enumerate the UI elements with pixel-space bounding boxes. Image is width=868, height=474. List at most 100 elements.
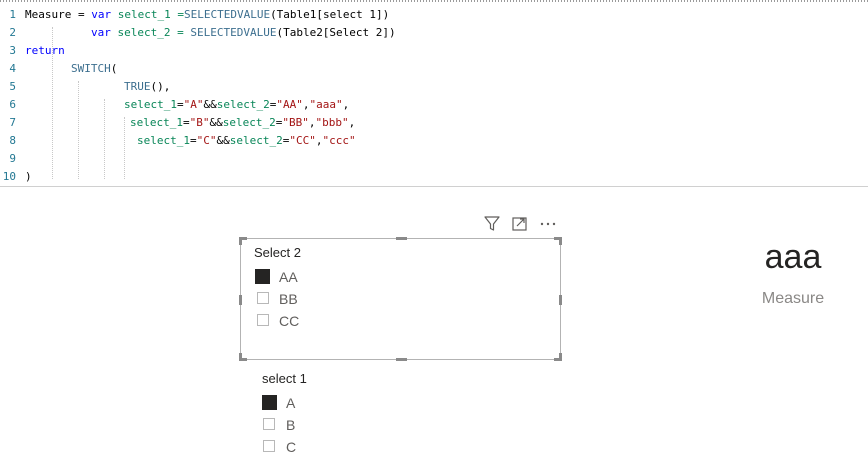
line-number: 8 [9,134,16,147]
resize-handle[interactable] [396,358,407,361]
code-token: select_1 [124,98,177,111]
line-number: 2 [9,26,16,39]
resize-handle[interactable] [239,295,242,305]
code-token: && [209,116,223,129]
code-token: = [189,134,197,147]
line-code: TRUE(), [124,78,170,96]
code-token: = [176,98,184,111]
more-options-icon[interactable] [538,213,558,235]
resize-handle[interactable] [559,353,562,361]
option-label: AA [279,269,298,285]
code-token: select_1 [130,116,183,129]
code-token: select_2 = [110,26,191,39]
code-token: select_1 [137,134,190,147]
dax-formula-editor[interactable]: 1 Measure = var select_1 =SELECTEDVALUE(T… [0,0,868,187]
card-value: aaa [764,238,822,276]
code-token: var [91,8,112,21]
code-token: "BB" [282,116,309,129]
indent-guide [104,99,105,179]
resize-handle[interactable] [559,295,562,305]
slicer-option-c[interactable]: C [263,438,323,458]
code-token: select_2 [216,98,270,111]
code-token: SELECTEDVALUE [183,8,271,21]
code-token: = [182,116,190,129]
code-line[interactable]: 9 [0,150,868,168]
checkbox[interactable] [257,292,269,304]
line-number: 10 [2,170,16,183]
slicer-select-2[interactable]: Select 2 AA BB CC [239,237,562,361]
resize-handle[interactable] [396,237,407,240]
checkbox[interactable] [263,418,275,430]
line-number: 1 [9,8,16,21]
line-number: 6 [9,98,16,111]
code-token: "aaa" [309,98,343,111]
slicer-option-b[interactable]: B [263,416,323,436]
card-label: Measure [761,290,825,307]
code-line[interactable]: 1 Measure = var select_1 =SELECTEDVALUE(T… [0,6,868,24]
code-line[interactable]: 8 select_1="C"&&select_2="CC","ccc" [0,132,868,150]
code-token: "A" [183,98,204,111]
option-label: C [286,439,297,455]
line-code: SWITCH( [71,60,117,78]
code-token: TRUE [124,80,151,93]
line-code: select_1="C"&&select_2="CC","ccc" [137,132,356,150]
code-token: "ccc" [322,134,356,147]
line-number: 3 [9,44,16,57]
focus-mode-icon[interactable] [510,213,530,235]
code-token: "bbb" [315,116,349,129]
code-token: select_2 [229,134,283,147]
code-line[interactable]: 7 select_1="B"&&select_2="BB","bbb", [0,114,868,132]
checkbox[interactable] [255,269,270,284]
code-token: (), [150,80,171,93]
option-label: CC [279,313,300,329]
code-line[interactable]: 5 TRUE(), [0,78,868,96]
checkbox[interactable] [257,314,269,326]
code-token: ( [110,62,118,75]
line-code: ) [25,168,32,186]
checkbox[interactable] [263,440,275,452]
resize-handle[interactable] [239,353,242,361]
indent-guide [78,81,79,179]
code-token: SWITCH [71,62,111,75]
line-code: var select_2 = SELECTEDVALUE(Table2[Sele… [91,24,396,42]
code-token: (Table1[select 1]) [270,8,390,21]
code-token: , [342,98,350,111]
option-label: A [286,395,296,411]
indent-guide [52,27,53,179]
code-token: SELECTEDVALUE [190,26,277,39]
option-label: B [286,417,296,433]
option-label: BB [279,291,298,307]
code-line[interactable]: 2 var select_2 = SELECTEDVALUE(Table2[Sel… [0,24,868,42]
line-code: select_1="B"&&select_2="BB","bbb", [130,114,355,132]
line-code: Measure = var select_1 =SELECTEDVALUE(Ta… [25,6,389,24]
code-token: select_1 = [111,8,184,21]
visual-header [480,213,562,235]
code-token: && [216,134,230,147]
code-token: ) [25,170,32,183]
line-number: 7 [9,116,16,129]
code-token: "C" [196,134,217,147]
line-number: 4 [9,62,16,75]
code-line[interactable]: 10) [0,168,868,186]
editor-top-border [0,0,868,2]
checkbox[interactable] [262,395,277,410]
code-token: Measure = [25,8,92,21]
code-line[interactable]: 4 SWITCH( [0,60,868,78]
code-token: "CC" [289,134,316,147]
line-code: return [25,42,65,60]
resize-handle[interactable] [559,237,562,245]
slicer-option-a[interactable]: A [262,394,322,414]
code-line[interactable]: 6 select_1="A"&&select_2="AA","aaa", [0,96,868,114]
slicer-title: select 1 [262,371,307,386]
resize-handle[interactable] [239,237,242,245]
code-token: "B" [189,116,210,129]
code-token: var [91,26,111,39]
indent-guide [124,117,125,179]
line-number: 5 [9,80,16,93]
line-code: select_1="A"&&select_2="AA","aaa", [124,96,349,114]
code-line[interactable]: 3 return [0,42,868,60]
slicer-title: Select 2 [254,245,301,260]
code-token: , [348,116,356,129]
filter-icon[interactable] [482,213,502,235]
line-number: 9 [9,152,16,165]
